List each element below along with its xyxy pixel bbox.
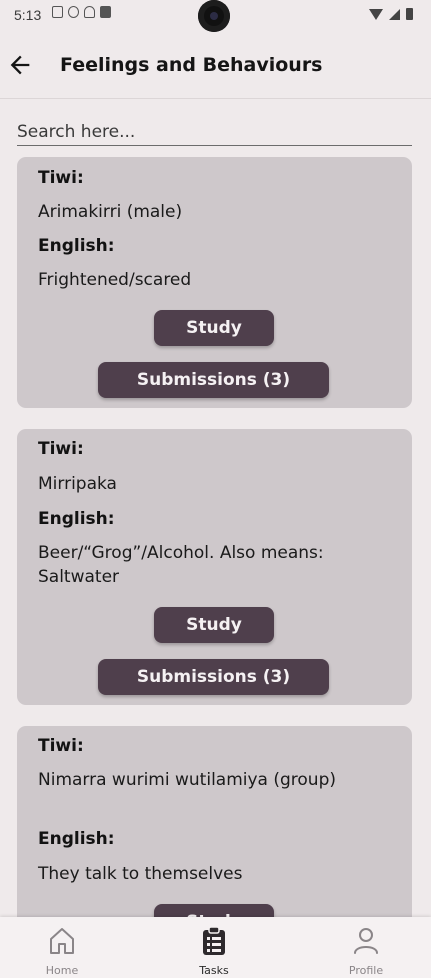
english-value: They talk to themselves [38, 864, 243, 884]
tiwi-label: Tiwi: [38, 168, 84, 188]
notification-icon [68, 6, 79, 18]
signal-icon [389, 9, 400, 20]
tiwi-label: Tiwi: [38, 736, 84, 756]
english-label: English: [38, 509, 115, 529]
word-card: Tiwi: Mirripaka English: Beer/“Grog”/Alc… [17, 429, 412, 705]
sd-card-icon [100, 6, 111, 18]
notification-icons [52, 6, 111, 18]
nav-label-home: Home [45, 964, 79, 977]
person-icon [354, 928, 378, 954]
tiwi-label: Tiwi: [38, 439, 84, 459]
back-arrow-icon[interactable] [6, 51, 34, 79]
notification-icon [84, 6, 95, 18]
battery-icon [406, 8, 413, 20]
nav-label-profile: Profile [348, 964, 384, 977]
tiwi-value: Mirripaka [38, 474, 117, 494]
system-icons [369, 8, 413, 20]
wifi-icon [369, 9, 383, 20]
home-icon [50, 928, 74, 954]
page-title: Feelings and Behaviours [60, 54, 323, 76]
english-label: English: [38, 236, 115, 256]
nav-item-tasks[interactable]: Tasks [164, 917, 264, 978]
clipboard-icon [203, 926, 225, 955]
nav-label-tasks: Tasks [199, 964, 229, 977]
front-camera [198, 0, 230, 32]
submissions-button[interactable]: Submissions (3) [98, 362, 329, 398]
nav-item-home[interactable]: Home [12, 917, 112, 978]
tiwi-value: Nimarra wurimi wutilamiya (group) [38, 770, 337, 790]
nav-item-profile[interactable]: Profile [316, 917, 416, 978]
tiwi-value: Arimakirri (male) [38, 202, 183, 222]
search-input[interactable] [17, 118, 412, 146]
study-button[interactable]: Study [154, 607, 274, 643]
status-bar: 5:13 [0, 0, 431, 34]
word-card: Tiwi: Arimakirri (male) English: Frighte… [17, 157, 412, 408]
status-time: 5:13 [14, 7, 42, 23]
english-value: Beer/“Grog”/Alcohol. Also means: Saltwat… [38, 543, 324, 587]
english-label: English: [38, 829, 115, 849]
study-button[interactable]: Study [154, 310, 274, 346]
english-value: Frightened/scared [38, 270, 192, 290]
submissions-button[interactable]: Submissions (3) [98, 659, 329, 695]
app-bar: Feelings and Behaviours [0, 34, 431, 99]
notification-icon [52, 6, 63, 18]
bottom-navigation: Home Tasks Profile [0, 917, 431, 978]
